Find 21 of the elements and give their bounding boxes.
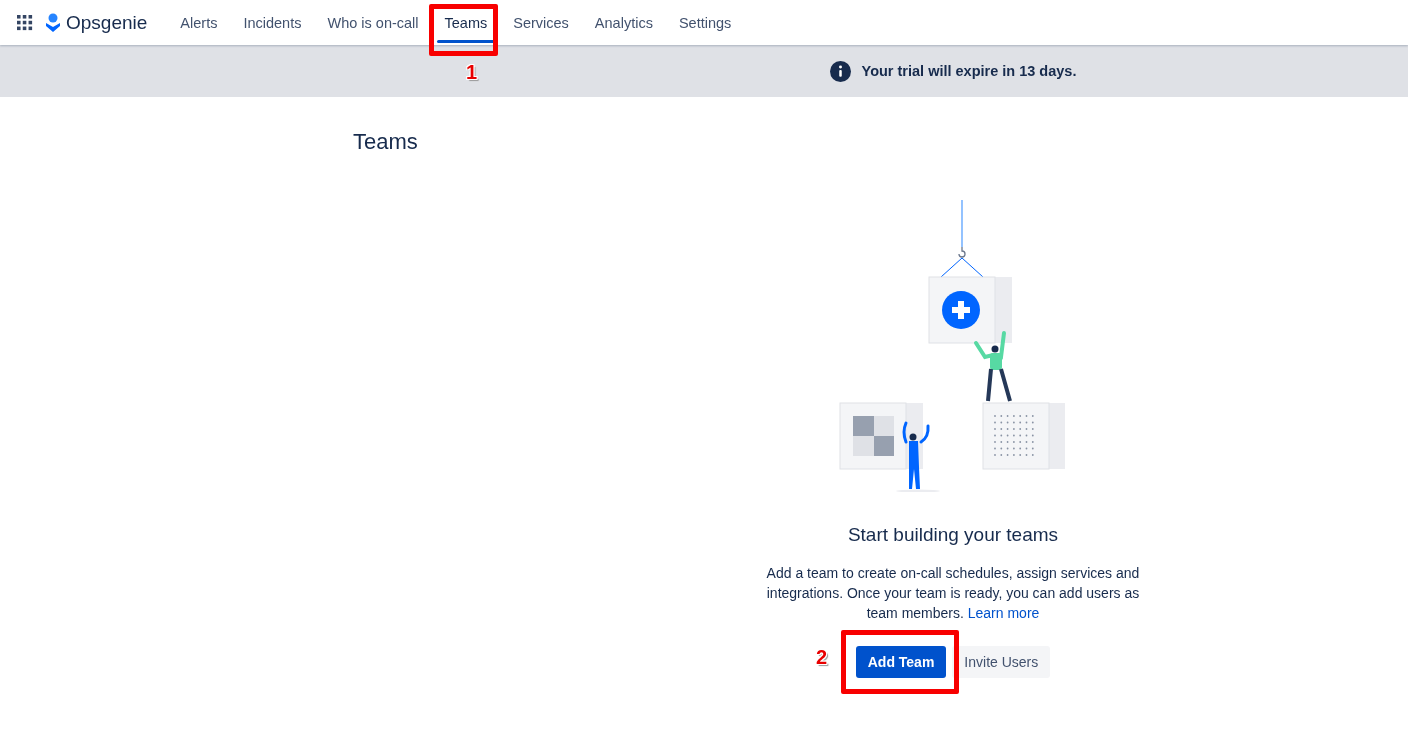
invite-users-button[interactable]: Invite Users: [952, 646, 1051, 678]
nav-tab[interactable]: Incidents: [230, 0, 315, 45]
step-number: 1: [466, 61, 478, 84]
empty-state-title: Start building your teams: [847, 523, 1059, 547]
app-switcher-icon[interactable]: [16, 14, 34, 31]
nav-tab[interactable]: Teams: [431, 0, 501, 45]
logo-icon: [45, 12, 61, 33]
app-name[interactable]: Opsgenie: [66, 11, 148, 34]
nav-tab[interactable]: Settings: [665, 0, 745, 45]
nav-tab[interactable]: Analytics: [581, 0, 666, 45]
highlight-frame: [429, 4, 498, 56]
nav-tab[interactable]: Services: [500, 0, 582, 45]
empty-state-description: Add a team to create on-call schedules, assign services and integrations. Once your team is ready, you can add users as team members. Learn more: [765, 564, 1141, 623]
page-title: Teams: [353, 128, 419, 156]
add-team-button[interactable]: Add Team: [855, 646, 947, 678]
step-number: 2: [816, 646, 828, 669]
learn-more-link[interactable]: Learn more: [967, 605, 1040, 621]
trial-message: Your trial will expire in 13 days.: [861, 63, 1077, 79]
nav-tab[interactable]: Who is on-call: [314, 0, 432, 45]
info-icon: [829, 60, 851, 82]
nav-tab[interactable]: Alerts: [167, 0, 231, 45]
